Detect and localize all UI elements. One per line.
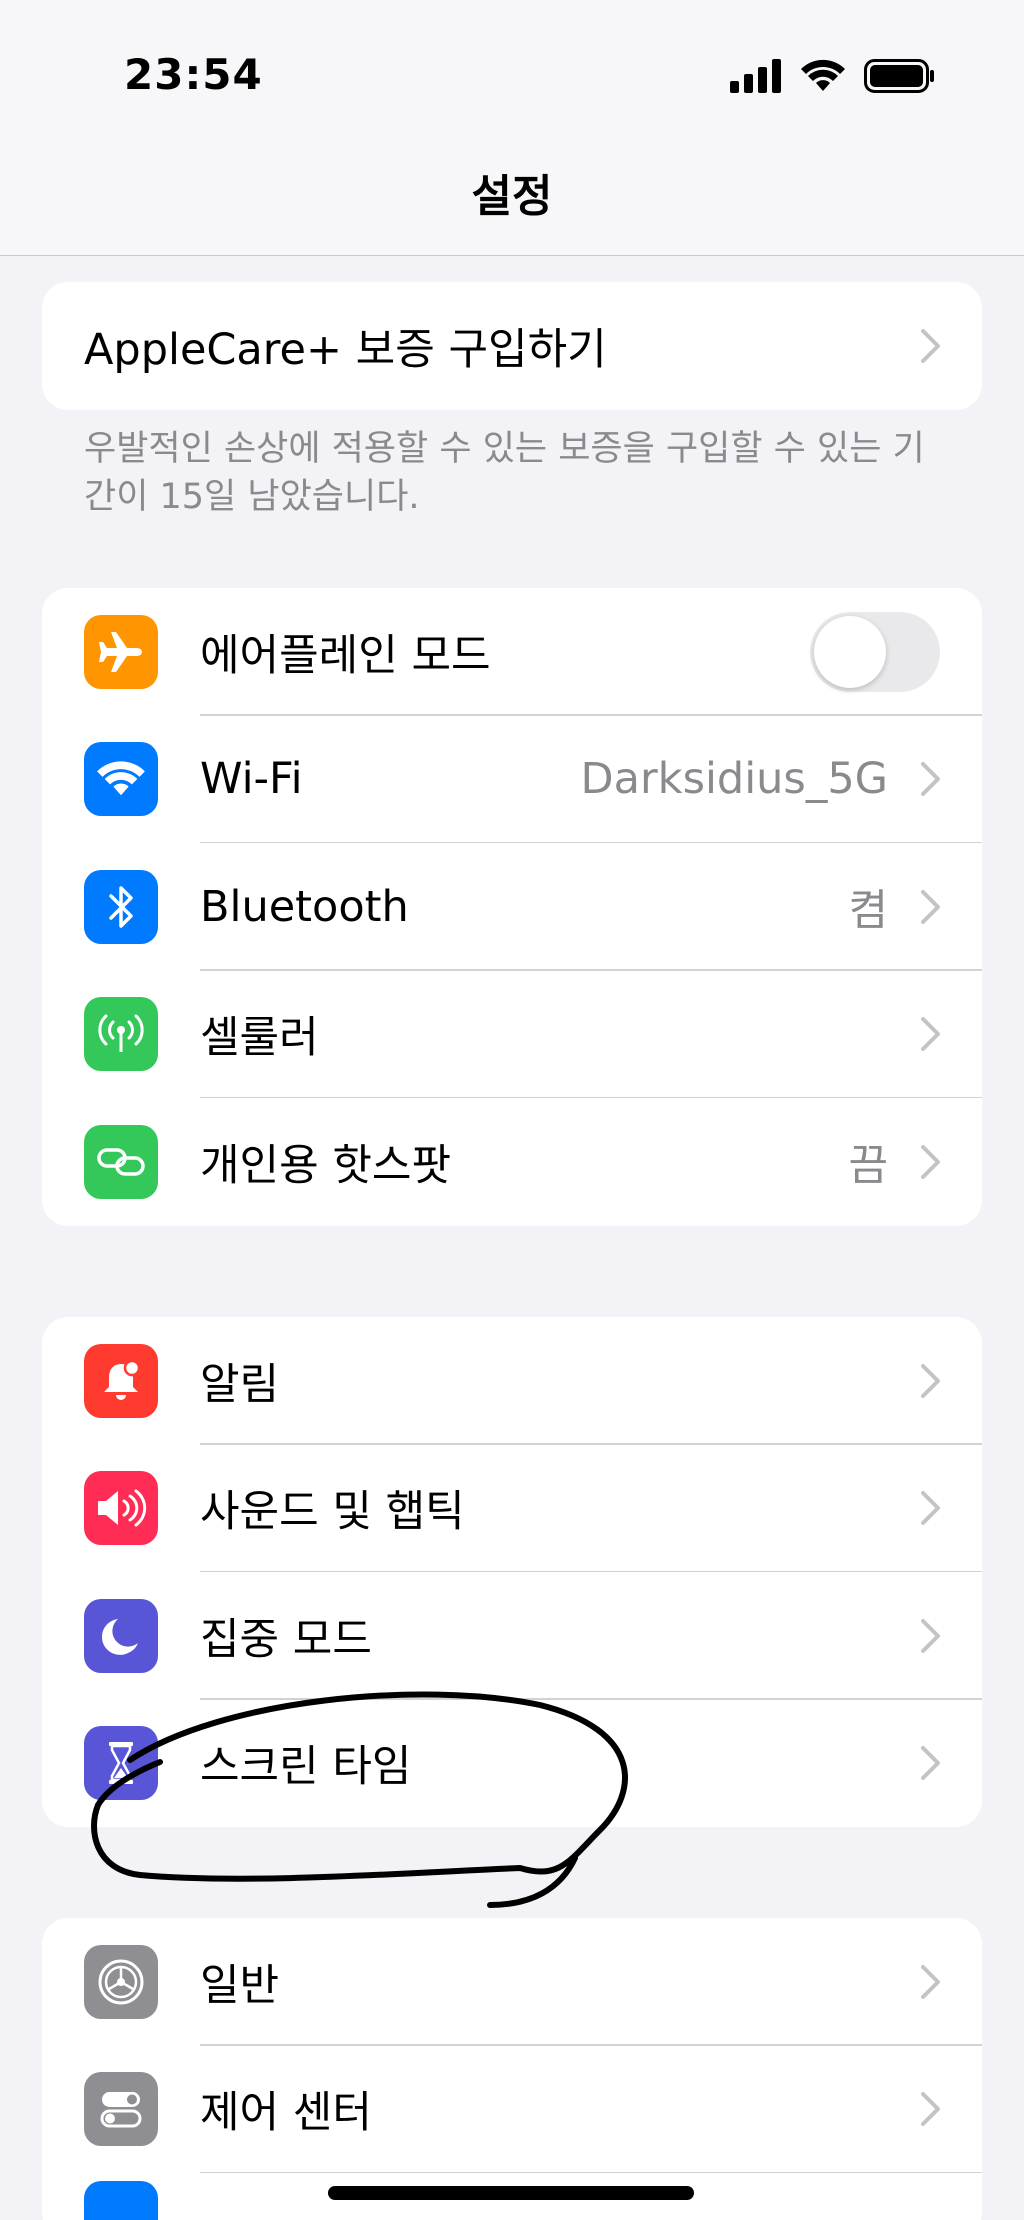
- signal-icon: [730, 59, 781, 93]
- hotspot-link-icon: [84, 1124, 158, 1199]
- settings-row-notifications[interactable]: 알림: [42, 1317, 982, 1445]
- row-label: 셀룰러: [200, 1013, 319, 1064]
- gear-icon: [84, 1944, 158, 2019]
- wifi-icon: [84, 742, 158, 817]
- chevron-right-icon: [921, 1964, 940, 1999]
- chevron-right-icon: [921, 2092, 940, 2127]
- bell-icon: [84, 1343, 158, 1418]
- cellular-antenna-icon: [84, 997, 158, 1072]
- row-label: 에어플레인 모드: [200, 630, 491, 681]
- general-group: 일반 제어 센터: [42, 1918, 982, 2220]
- row-label: 집중 모드: [200, 1614, 372, 1665]
- row-label: 개인용 핫스팟: [200, 1140, 452, 1191]
- row-label: 제어 센터: [200, 2088, 372, 2139]
- settings-row-cellular[interactable]: 셀룰러: [42, 971, 982, 1098]
- status-time: 23:54: [124, 50, 263, 99]
- settings-row-general[interactable]: 일반: [42, 1918, 982, 2046]
- row-value: 끔: [848, 1140, 888, 1191]
- display-brightness-icon: [84, 2181, 158, 2220]
- wifi-status-icon: [801, 59, 845, 91]
- page-title: 설정: [471, 171, 553, 222]
- settings-row-airplane-mode[interactable]: 에어플레인 모드: [42, 588, 982, 716]
- chevron-right-icon: [921, 1017, 940, 1052]
- moon-icon: [84, 1598, 158, 1673]
- settings-row-focus[interactable]: 집중 모드: [42, 1572, 982, 1700]
- row-label: Bluetooth: [200, 881, 409, 932]
- chevron-right-icon: [921, 1363, 940, 1398]
- settings-row-hotspot[interactable]: 개인용 핫스팟 끔: [42, 1098, 982, 1226]
- chevron-right-icon: [921, 1491, 940, 1526]
- row-value: Darksidius_5G: [580, 754, 888, 805]
- chevron-right-icon: [921, 889, 940, 924]
- hourglass-icon: [84, 1726, 158, 1801]
- status-icons: [730, 56, 936, 96]
- airplane-icon: [84, 614, 158, 689]
- battery-icon: [864, 59, 934, 93]
- toggle-knob: [814, 615, 886, 688]
- applecare-row[interactable]: AppleCare+ 보증 구입하기: [42, 282, 982, 410]
- home-indicator[interactable]: [328, 2186, 694, 2200]
- bluetooth-icon: [84, 869, 158, 944]
- settings-row-screen-time[interactable]: 스크린 타임: [42, 1700, 982, 1828]
- airplane-mode-toggle[interactable]: [810, 611, 940, 692]
- chevron-right-icon: [921, 762, 940, 797]
- settings-row-sounds[interactable]: 사운드 및 햅틱: [42, 1445, 982, 1572]
- chevron-right-icon: [921, 1746, 940, 1781]
- row-label: Wi-Fi: [200, 754, 303, 805]
- chevron-right-icon: [921, 1618, 940, 1653]
- applecare-label: AppleCare+ 보증 구입하기: [84, 324, 607, 375]
- settings-row-control-center[interactable]: 제어 센터: [42, 2046, 982, 2173]
- settings-row-wifi[interactable]: Wi-Fi Darksidius_5G: [42, 716, 982, 843]
- row-label: 일반: [200, 1960, 280, 2011]
- chevron-right-icon: [921, 1144, 940, 1179]
- row-label: 알림: [200, 1359, 280, 1410]
- notifications-group: 알림 사운드 및 햅틱 집중 모드 스크린 타임: [42, 1317, 982, 1827]
- connectivity-group: 에어플레인 모드 Wi-Fi Darksidius_5G Bluetooth 켬: [42, 588, 982, 1226]
- chevron-right-icon: [921, 328, 940, 363]
- row-label: 스크린 타임: [200, 1742, 412, 1793]
- applecare-footnote: 우발적인 손상에 적용할 수 있는 보증을 구입할 수 있는 기간이 15일 남…: [84, 429, 925, 517]
- toggles-icon: [84, 2072, 158, 2147]
- status-bar: 23:54: [0, 0, 1024, 150]
- speaker-icon: [84, 1471, 158, 1546]
- row-value: 켬: [848, 885, 888, 936]
- applecare-group: AppleCare+ 보증 구입하기: [42, 282, 982, 410]
- row-label: 사운드 및 햅틱: [200, 1487, 465, 1538]
- settings-row-bluetooth[interactable]: Bluetooth 켬: [42, 843, 982, 971]
